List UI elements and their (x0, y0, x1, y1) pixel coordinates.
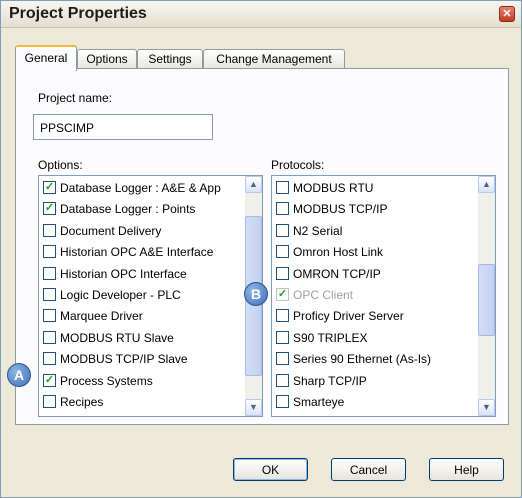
checked-checkbox-icon[interactable]: ✓ (43, 202, 56, 216)
checkbox-icon[interactable] (276, 202, 289, 216)
list-item-label: OMRON TCP/IP (293, 266, 381, 281)
checkbox-icon[interactable] (276, 373, 289, 387)
list-item[interactable]: Omron Host Link (276, 242, 476, 262)
title-bar[interactable]: Project Properties ✕ (1, 1, 521, 28)
callout-a-badge: A (7, 363, 31, 387)
checkbox-icon[interactable] (276, 395, 289, 408)
list-item[interactable]: Document Delivery (43, 221, 243, 241)
list-item[interactable]: S90 TRIPLEX (276, 328, 476, 348)
list-item-label: Historian OPC A&E Interface (60, 245, 214, 260)
checkbox-icon[interactable] (43, 288, 56, 301)
list-item-label: Sharp TCP/IP (293, 373, 367, 388)
list-item[interactable]: N2 Serial (276, 221, 476, 241)
checkbox-icon[interactable] (276, 330, 289, 344)
list-item-label: Series 90 Ethernet (As-Is) (293, 352, 432, 367)
checkbox-icon[interactable] (43, 330, 56, 344)
checkbox-icon[interactable] (43, 223, 56, 237)
project-properties-dialog: Project Properties ✕ General Options Set… (0, 0, 522, 498)
list-item[interactable]: Smarteye (276, 392, 476, 412)
list-item[interactable]: ✓ Database Logger : Points (43, 199, 243, 219)
checkbox-icon[interactable] (276, 223, 289, 237)
list-item[interactable]: ✓ Database Logger : A&E & App (43, 178, 243, 198)
list-item-label: MODBUS RTU Slave (60, 330, 174, 345)
checkbox-icon[interactable] (276, 266, 289, 280)
list-item-label: Omron Host Link (293, 245, 384, 260)
list-item[interactable]: Series 90 Ethernet (As-Is) (276, 349, 476, 369)
scroll-down-icon[interactable]: ▼ (478, 399, 495, 416)
tab-change-management[interactable]: Change Management (203, 49, 345, 69)
list-item[interactable]: Historian OPC Interface (43, 264, 243, 284)
checked-checkbox-icon[interactable]: ✓ (43, 373, 56, 387)
project-name-input[interactable]: PPSCIMP (33, 114, 213, 140)
checked-checkbox-icon[interactable]: ✓ (276, 288, 289, 301)
ok-button[interactable]: OK (233, 458, 308, 481)
scroll-down-icon[interactable]: ▼ (245, 399, 262, 416)
list-item[interactable]: MODBUS TCP/IP Slave (43, 349, 243, 369)
checkbox-icon[interactable] (276, 181, 289, 194)
list-item-label: Database Logger : A&E & App (60, 181, 221, 195)
checkbox-icon[interactable] (43, 352, 56, 366)
list-item-label: Logic Developer - PLC (60, 288, 181, 302)
list-item-label: Smarteye (293, 395, 345, 409)
list-item-label: MODBUS TCP/IP (293, 202, 388, 217)
help-button[interactable]: Help (429, 458, 504, 481)
general-tab-panel: Project name: PPSCIMP Options: Protocols… (15, 68, 509, 425)
scroll-up-icon[interactable]: ▲ (245, 176, 262, 193)
list-item-label: MODBUS RTU (293, 181, 374, 195)
checkbox-icon[interactable] (276, 352, 289, 366)
checkbox-icon[interactable] (43, 245, 56, 259)
list-item-label: Document Delivery (60, 223, 162, 238)
project-name-label: Project name: (38, 91, 113, 105)
scroll-up-icon[interactable]: ▲ (478, 176, 495, 193)
options-label: Options: (38, 158, 83, 172)
tab-general[interactable]: General (15, 45, 77, 71)
list-item-label: Proficy Driver Server (293, 309, 404, 324)
list-item[interactable]: Marquee Driver (43, 306, 243, 326)
list-item[interactable]: Logic Developer - PLC (43, 285, 243, 305)
dialog-title: Project Properties (9, 5, 147, 22)
list-item-label: S90 TRIPLEX (293, 330, 368, 345)
checkbox-icon[interactable] (276, 245, 289, 259)
list-item-label: Database Logger : Points (60, 202, 196, 217)
callout-b-badge: B (244, 282, 268, 306)
list-item[interactable]: OMRON TCP/IP (276, 264, 476, 284)
list-item[interactable]: ✓ OPC Client (276, 285, 476, 305)
list-item[interactable]: Proficy Driver Server (276, 306, 476, 326)
scroll-thumb[interactable] (478, 264, 495, 336)
list-item-label: Marquee Driver (60, 309, 143, 324)
tab-settings[interactable]: Settings (137, 49, 203, 69)
tab-options[interactable]: Options (77, 49, 137, 69)
cancel-button[interactable]: Cancel (331, 458, 406, 481)
list-item[interactable]: Sharp TCP/IP (276, 371, 476, 391)
list-item[interactable]: MODBUS RTU (276, 178, 476, 198)
list-item-label: Historian OPC Interface (60, 266, 187, 281)
checkbox-icon[interactable] (276, 309, 289, 323)
protocols-scrollbar[interactable]: ▲ ▼ (478, 176, 495, 416)
list-item-label: MODBUS TCP/IP Slave (60, 352, 188, 367)
list-item[interactable]: Recipes (43, 392, 243, 412)
checkbox-icon[interactable] (43, 395, 56, 408)
list-item[interactable]: MODBUS TCP/IP (276, 199, 476, 219)
list-item-label: OPC Client (293, 288, 354, 302)
options-listbox[interactable]: ✓ Database Logger : A&E & App ✓ Database Lo… (38, 175, 263, 417)
list-item-label: Process Systems (60, 373, 153, 388)
checked-checkbox-icon[interactable]: ✓ (43, 181, 56, 194)
close-icon[interactable]: ✕ (499, 6, 515, 22)
checkbox-icon[interactable] (43, 266, 56, 280)
checkbox-icon[interactable] (43, 309, 56, 323)
list-item[interactable]: Historian OPC A&E Interface (43, 242, 243, 262)
protocols-listbox[interactable]: MODBUS RTU MODBUS TCP/IP N2 Serial Omron Ho… (271, 175, 496, 417)
list-item[interactable]: MODBUS RTU Slave (43, 328, 243, 348)
list-item-label: N2 Serial (293, 223, 343, 238)
list-item[interactable]: ✓ Process Systems (43, 371, 243, 391)
list-item-label: Recipes (60, 395, 104, 409)
protocols-label: Protocols: (271, 158, 325, 172)
